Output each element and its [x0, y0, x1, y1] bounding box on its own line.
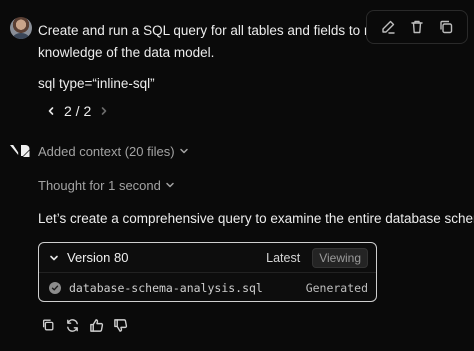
user-avatar [10, 17, 32, 39]
edit-icon[interactable] [378, 17, 398, 37]
file-row[interactable]: database-schema-analysis.sql Generated [39, 274, 376, 302]
version-card: Version 80 Latest Viewing database-schem… [38, 242, 377, 302]
pager-count: 2 / 2 [64, 103, 92, 119]
regenerate-icon[interactable] [64, 316, 80, 334]
chevron-down-icon [179, 144, 189, 159]
thumbs-down-icon[interactable] [112, 316, 128, 334]
copy-icon[interactable] [436, 17, 456, 37]
chevron-down-icon[interactable] [49, 253, 61, 263]
thumbs-up-icon[interactable] [88, 316, 104, 334]
user-message: Create and run a SQL query for all table… [38, 20, 406, 64]
user-message-line-1: Create and run a SQL query for all table… [38, 23, 406, 38]
thought-toggle[interactable]: Thought for 1 second [38, 178, 175, 193]
file-status: Generated [305, 281, 368, 295]
message-action-bar [366, 10, 468, 44]
delete-icon[interactable] [407, 17, 427, 37]
added-context-label: Added context (20 files) [38, 144, 175, 159]
added-context-toggle[interactable]: Added context (20 files) [38, 144, 189, 159]
message-pager: 2 / 2 [44, 101, 111, 121]
version-card-header: Version 80 Latest Viewing [39, 243, 376, 273]
viewing-badge[interactable]: Viewing [312, 247, 368, 268]
assistant-intro-text: Let’s create a comprehensive query to ex… [38, 211, 474, 226]
file-name[interactable]: database-schema-analysis.sql [69, 281, 263, 295]
copy-icon[interactable] [40, 316, 56, 334]
sql-type-text: sql type=“inline-sql” [38, 76, 155, 91]
thought-label: Thought for 1 second [38, 178, 161, 193]
feedback-bar [40, 316, 128, 334]
version-title: Version 80 [67, 250, 129, 265]
check-circle-icon [49, 282, 61, 294]
latest-label: Latest [266, 250, 301, 265]
next-version-button[interactable] [97, 101, 111, 121]
previous-version-button[interactable] [44, 101, 58, 121]
v0-logo-icon [10, 144, 34, 158]
user-message-line-2: knowledge of the data model. [38, 45, 215, 60]
chevron-down-icon [165, 178, 175, 193]
